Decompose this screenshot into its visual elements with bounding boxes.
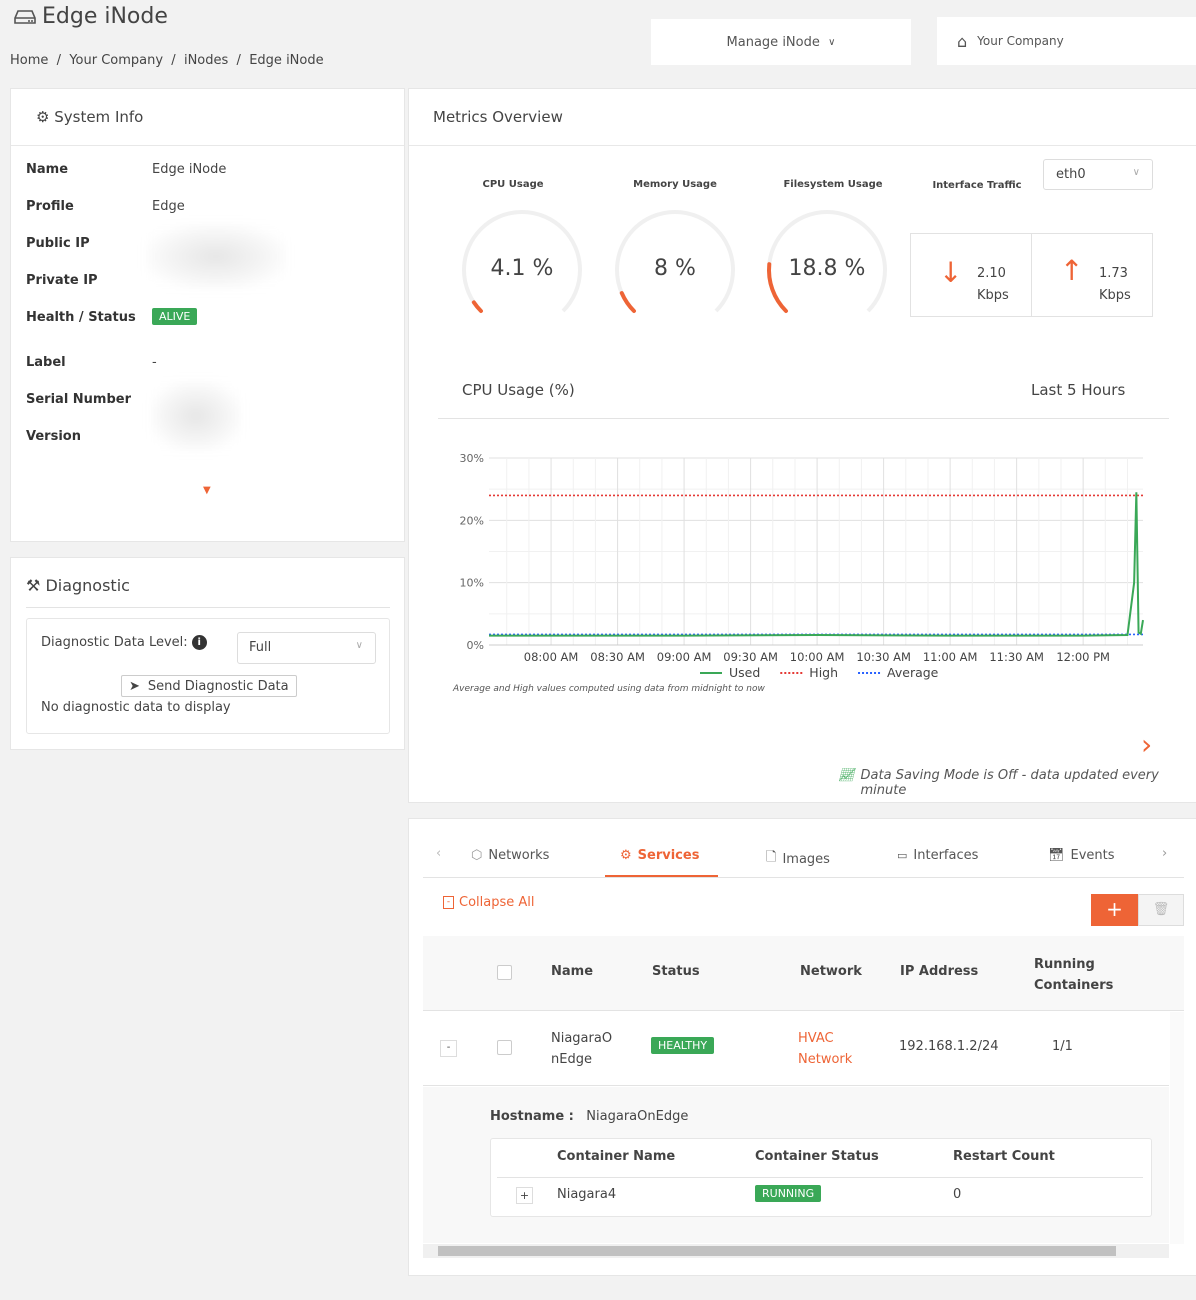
- data-saving-text: Data Saving Mode is Off - data updated e…: [860, 768, 1159, 798]
- x-tick-label: 08:00 AM: [524, 650, 579, 664]
- column-header: Status: [652, 964, 700, 979]
- legend-label: Average: [887, 665, 939, 680]
- network-link[interactable]: HVAC Network: [798, 1028, 852, 1070]
- data-saving-status: 📈︎ Data Saving Mode is Off - data updated…: [838, 768, 1196, 798]
- scrollbar-thumb[interactable]: [438, 1246, 1116, 1256]
- column-header: Container Status: [755, 1149, 879, 1164]
- divider: [497, 1177, 1143, 1178]
- calendar-icon: 📅︎: [1048, 848, 1065, 863]
- minus-square-icon: -: [443, 896, 454, 909]
- y-tick-label: 20%: [460, 514, 484, 527]
- column-header: Name: [551, 964, 594, 979]
- y-tick-label: 10%: [460, 577, 484, 590]
- expand-container-button[interactable]: +: [516, 1187, 533, 1204]
- divider: [423, 877, 1184, 878]
- y-tick-label: 0%: [467, 639, 484, 652]
- tab-services[interactable]: ⚙ Services: [620, 848, 699, 863]
- column-header: Network: [800, 964, 862, 979]
- service-status-badge: HEALTHY: [651, 1037, 715, 1054]
- trash-icon: 🗑︎: [1152, 902, 1170, 917]
- collapse-label: Collapse All: [459, 895, 535, 910]
- x-tick-label: 11:00 AM: [923, 650, 978, 664]
- tabs-prev-icon[interactable]: ‹: [436, 846, 441, 861]
- tab-networks[interactable]: ⬡ Networks: [471, 848, 549, 863]
- container-status-badge: RUNNING: [755, 1185, 822, 1202]
- chart-note: Average and High values computed using d…: [453, 684, 765, 694]
- tab-label: Services: [637, 848, 700, 863]
- y-tick-label: 30%: [460, 452, 484, 465]
- ip-address: 192.168.1.2/24: [899, 1039, 999, 1054]
- x-tick-label: 09:00 AM: [657, 650, 712, 664]
- file-icon: 🗋︎: [766, 850, 777, 865]
- x-tick-label: 10:00 AM: [790, 650, 845, 664]
- x-tick-label: 09:30 AM: [723, 650, 778, 664]
- delete-button[interactable]: 🗑︎: [1138, 894, 1184, 926]
- tab-label: Interfaces: [913, 848, 979, 863]
- x-tick-label: 11:30 AM: [989, 650, 1044, 664]
- interface-icon: ▭: [897, 849, 908, 862]
- tab-events[interactable]: 📅︎ Events: [1048, 848, 1115, 863]
- legend-label: High: [809, 665, 838, 680]
- services-gears-icon: ⚙: [620, 848, 632, 863]
- tab-label: Events: [1070, 848, 1115, 863]
- tab-label: Networks: [488, 848, 550, 863]
- column-header: Container Name: [557, 1149, 676, 1164]
- horizontal-scrollbar[interactable]: [423, 1244, 1169, 1258]
- running-containers: 1/1: [1052, 1039, 1073, 1054]
- x-tick-label: 10:30 AM: [856, 650, 911, 664]
- network-icon: ⬡: [471, 848, 483, 863]
- add-service-button[interactable]: +: [1091, 894, 1138, 926]
- column-header: Restart Count: [953, 1149, 1055, 1164]
- vertical-scrollbar[interactable]: [1170, 1012, 1184, 1244]
- legend-label: Used: [729, 665, 760, 680]
- collapse-all-button[interactable]: - Collapse All: [443, 895, 535, 910]
- chevron-right-icon[interactable]: ›: [1141, 728, 1152, 761]
- tab-label: Images: [782, 851, 830, 867]
- select-all-checkbox[interactable]: [497, 965, 512, 980]
- empty-text: No diagnostic data to display: [41, 700, 231, 715]
- x-tick-label: 08:30 AM: [590, 650, 645, 664]
- hostname-value: NiagaraOnEdge: [586, 1109, 689, 1124]
- collapse-row-button[interactable]: -: [440, 1040, 457, 1057]
- tab-interfaces[interactable]: ▭ Interfaces: [897, 848, 978, 863]
- chart-line-icon: 📈︎: [838, 768, 855, 783]
- tab-images[interactable]: 🗋︎ Images: [766, 848, 830, 870]
- x-tick-label: 12:00 PM: [1056, 650, 1110, 664]
- service-name[interactable]: NiagaraO nEdge: [551, 1028, 612, 1070]
- restart-count: 0: [953, 1187, 962, 1202]
- hostname-label: Hostname :: [490, 1109, 574, 1124]
- cpu-chart: 0% 10% 20% 30% 08:00 AM 08:30 AM 09:00 AM 09:30…: [460, 452, 1144, 680]
- container-name: Niagara4: [557, 1187, 617, 1202]
- row-checkbox[interactable]: [497, 1040, 512, 1055]
- column-header: IP Address: [900, 964, 979, 979]
- tabs-next-icon[interactable]: ›: [1162, 846, 1167, 861]
- column-header: Running Containers: [1034, 957, 1114, 993]
